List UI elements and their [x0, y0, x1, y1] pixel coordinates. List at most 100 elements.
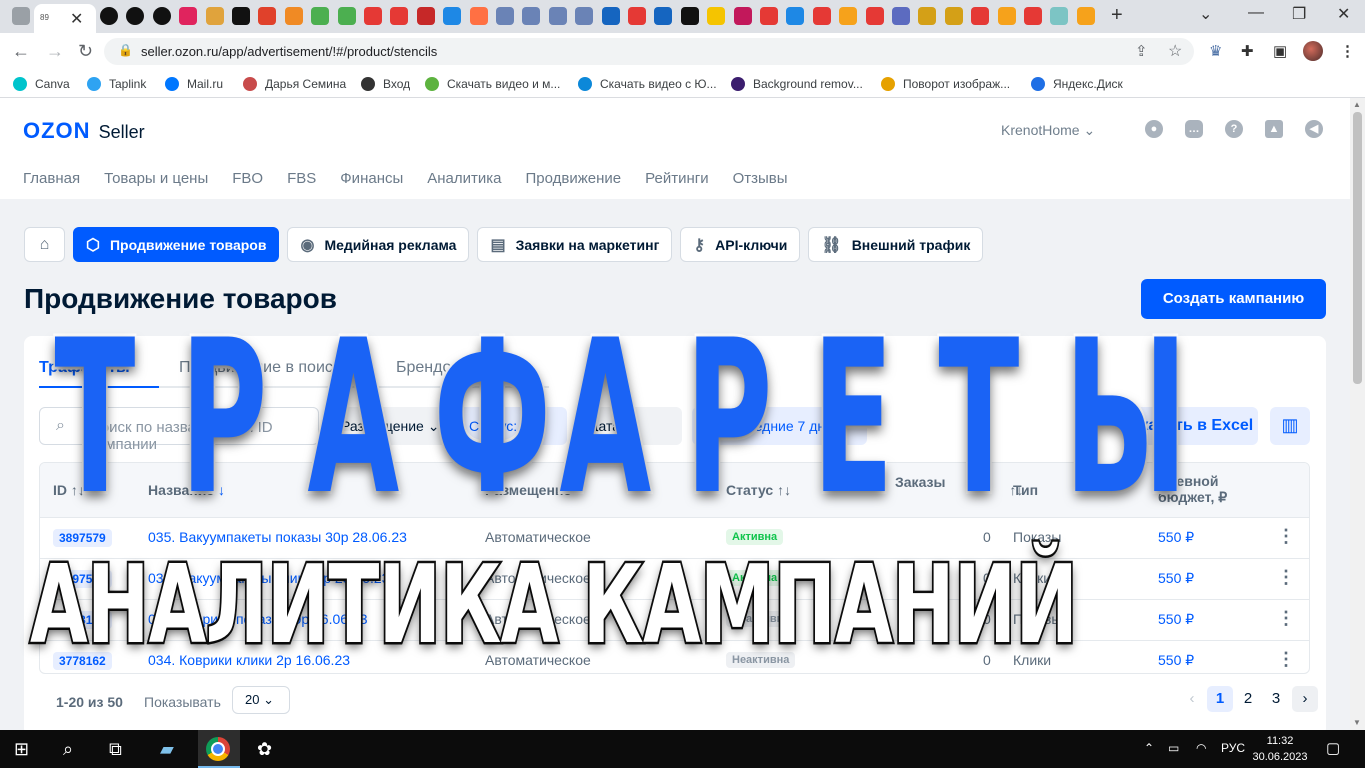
bookmark-item[interactable]: Вход	[361, 76, 410, 92]
url-field[interactable]: 🔒 seller.ozon.ru/app/advertisement/!#/pr…	[104, 38, 1194, 65]
column-settings-icon[interactable]: ▥	[1270, 407, 1310, 445]
subtab-products-promotion[interactable]: ⬡ Продвижение товаров	[73, 227, 280, 262]
close-tab-icon[interactable]: ✕	[70, 9, 83, 29]
bookmark-item[interactable]: Скачать видео и м...	[425, 76, 560, 92]
row-menu-icon[interactable]: ⋮	[1277, 649, 1295, 670]
bookmark-item[interactable]: Поворот изображ...	[881, 76, 1010, 92]
close-window-icon[interactable]: ✕	[1337, 4, 1350, 24]
language-indicator[interactable]: РУС	[1221, 741, 1245, 755]
page-2[interactable]: 2	[1235, 686, 1261, 712]
tab-favicon[interactable]	[258, 7, 277, 25]
new-tab-icon[interactable]: +	[1111, 4, 1123, 27]
tab-favicon[interactable]	[839, 7, 858, 25]
nav-item[interactable]: Продвижение	[526, 170, 622, 187]
subtab-external-traffic[interactable]: ⛓ Внешний трафик	[808, 227, 984, 262]
nav-item[interactable]: Финансы	[340, 170, 403, 187]
tab-favicon[interactable]	[364, 7, 382, 25]
chrome-menu-icon[interactable]: ⋮	[1340, 42, 1355, 60]
tab-favicon[interactable]	[548, 7, 567, 25]
minimize-icon[interactable]: —	[1248, 4, 1264, 22]
tab-favicon[interactable]	[496, 7, 514, 25]
bookmark-item[interactable]: Дарья Семина	[243, 76, 346, 92]
subtab-marketing-requests[interactable]: ▤ Заявки на маркетинг	[477, 227, 673, 262]
bookmark-item[interactable]: Яндекс.Диск	[1031, 76, 1123, 92]
announcements-icon[interactable]: ◀	[1305, 120, 1323, 138]
notepad-icon[interactable]: ▰	[160, 739, 174, 760]
tab-favicon[interactable]	[284, 7, 303, 25]
subtab-media-ads[interactable]: ◉ Медийная реклама	[287, 227, 470, 262]
row-menu-icon[interactable]: ⋮	[1277, 526, 1295, 547]
bookmark-star-icon[interactable]: ☆	[1168, 41, 1182, 61]
bookmark-item[interactable]: Background remov...	[731, 76, 863, 92]
search-icon[interactable]: ⌕	[63, 739, 73, 760]
wifi-icon[interactable]: ◠	[1196, 741, 1206, 755]
nav-item[interactable]: FBS	[287, 170, 316, 187]
tab-favicon[interactable]	[733, 7, 752, 25]
active-tab[interactable]: 89 ✕	[34, 4, 96, 33]
home-button[interactable]: ⌂	[24, 227, 65, 262]
maximize-icon[interactable]: ❐	[1292, 4, 1306, 24]
row-menu-icon[interactable]: ⋮	[1277, 567, 1295, 588]
tab-favicon[interactable]	[865, 7, 884, 25]
page-scrollbar[interactable]: ▲ ▼	[1350, 98, 1365, 730]
bookmark-item[interactable]: Canva	[13, 76, 70, 92]
bookmark-item[interactable]: Mail.ru	[165, 76, 223, 92]
tab-favicon[interactable]	[311, 7, 330, 25]
row-menu-icon[interactable]: ⋮	[1277, 608, 1295, 629]
tab-search-icon[interactable]: ⌄	[1199, 4, 1212, 24]
page-3[interactable]: 3	[1263, 686, 1289, 712]
app-icon[interactable]: ✿	[257, 739, 272, 760]
tab-favicon[interactable]	[12, 7, 30, 25]
prev-page-icon[interactable]: ‹	[1179, 686, 1205, 712]
tab-favicon[interactable]	[390, 7, 409, 25]
tab-favicon[interactable]	[100, 7, 118, 25]
tab-favicon[interactable]	[152, 7, 171, 25]
clock[interactable]: 11:32 30.06.2023	[1252, 733, 1308, 765]
notifications-icon[interactable]: ▢	[1326, 739, 1340, 757]
tab-favicon[interactable]	[812, 7, 831, 25]
tab-favicon[interactable]	[179, 7, 198, 25]
tab-favicon[interactable]	[997, 7, 1016, 25]
chrome-icon[interactable]	[206, 737, 230, 761]
campaign-budget[interactable]: 550 ₽	[1158, 570, 1194, 587]
tab-favicon[interactable]	[628, 7, 646, 25]
tab-favicon[interactable]	[654, 7, 673, 25]
ozon-seller-logo[interactable]: OZON Seller	[23, 118, 145, 144]
lock-icon[interactable]: 🔒	[118, 43, 133, 57]
bookmark-item[interactable]: Taplink	[87, 76, 146, 92]
tab-favicon[interactable]	[469, 7, 488, 25]
tab-favicon[interactable]	[575, 7, 594, 25]
forward-icon[interactable]: →	[46, 41, 64, 62]
tab-favicon[interactable]	[1076, 7, 1095, 25]
tab-favicon[interactable]	[971, 7, 990, 25]
tray-chevron-icon[interactable]: ⌃	[1144, 741, 1154, 755]
campaign-budget[interactable]: 550 ₽	[1158, 652, 1194, 669]
reload-icon[interactable]: ↻	[78, 41, 93, 62]
nav-item[interactable]: FBO	[232, 170, 263, 187]
tab-favicon[interactable]	[601, 7, 620, 25]
side-panel-icon[interactable]: ▣	[1273, 42, 1287, 60]
chat-icon[interactable]: …	[1185, 120, 1203, 138]
tab-favicon[interactable]	[944, 7, 963, 25]
account-selector[interactable]: KrenotHome ⌄	[1001, 122, 1095, 139]
tab-favicon[interactable]	[205, 7, 224, 25]
tab-favicon[interactable]	[892, 7, 910, 25]
tab-favicon[interactable]	[680, 7, 699, 25]
nav-item[interactable]: Отзывы	[733, 170, 788, 187]
back-icon[interactable]: ←	[12, 41, 30, 62]
tab-favicon[interactable]	[443, 7, 462, 25]
user-icon[interactable]: ●	[1145, 120, 1163, 138]
help-icon[interactable]: ?	[1225, 120, 1243, 138]
nav-item[interactable]: Рейтинги	[645, 170, 708, 187]
subtab-api-keys[interactable]: ⚷ API-ключи	[680, 227, 801, 262]
education-icon[interactable]: ▲	[1265, 120, 1283, 138]
tab-favicon[interactable]	[1050, 7, 1069, 25]
windows-start-icon[interactable]: ⊞	[14, 739, 29, 760]
tab-favicon[interactable]	[918, 7, 937, 25]
nav-item[interactable]: Аналитика	[427, 170, 501, 187]
profile-avatar[interactable]	[1303, 41, 1323, 61]
nav-item[interactable]: Главная	[23, 170, 80, 187]
bookmark-item[interactable]: Скачать видео с Ю...	[578, 76, 717, 92]
nav-item[interactable]: Товары и цены	[104, 170, 208, 187]
tab-favicon[interactable]	[760, 7, 778, 25]
